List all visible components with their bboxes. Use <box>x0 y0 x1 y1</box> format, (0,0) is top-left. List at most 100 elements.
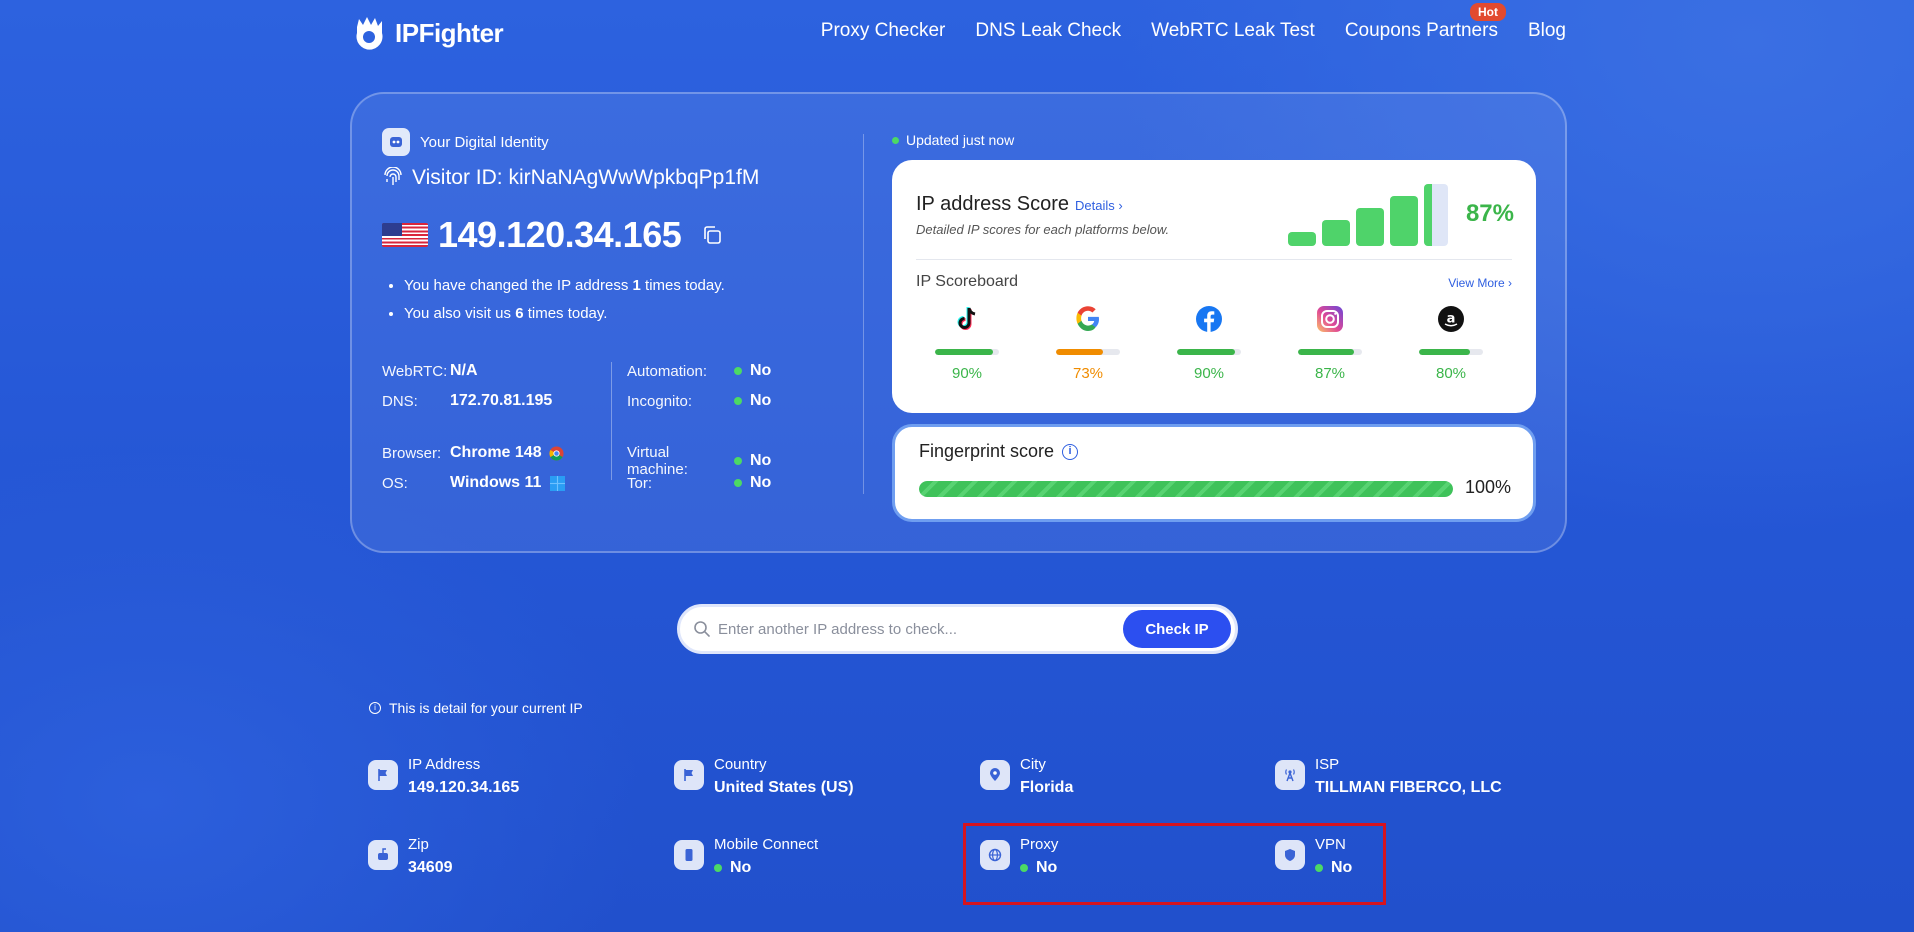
platform-amazon[interactable]: a 80% <box>1416 304 1486 382</box>
detail-mobile-connect: Mobile Connect No <box>674 836 818 877</box>
antenna-icon <box>1275 760 1305 790</box>
detail-city: City Florida <box>980 756 1073 797</box>
fingerprint-title-row: Fingerprint score i <box>919 441 1079 462</box>
search-icon <box>694 621 710 637</box>
detail-city-value: Florida <box>1020 779 1074 796</box>
flag-icon <box>368 760 398 790</box>
fingerprint-progress-bar <box>919 481 1453 497</box>
amazon-icon: a <box>1438 306 1464 332</box>
score-bar-1 <box>1288 232 1316 246</box>
google-score: 73% <box>1072 365 1104 382</box>
nav-coupons-partners[interactable]: Coupons Partners Hot <box>1344 3 1506 42</box>
browser-info: Browser: Chrome 148 <box>382 444 564 462</box>
visitor-id: Visitor ID: kirNaNAgWwWpkbqPp1fM <box>412 166 760 189</box>
ip-search-input[interactable] <box>718 607 1098 651</box>
vm-info: Virtual machine: No <box>627 444 772 478</box>
flag-icon <box>674 760 704 790</box>
fingerprint-percent: 100% <box>1464 477 1511 497</box>
amazon-score: 80% <box>1435 365 1467 382</box>
instagram-icon <box>1317 306 1343 332</box>
google-icon <box>1076 306 1099 331</box>
incognito-value: No <box>750 392 772 409</box>
instagram-score: 87% <box>1314 365 1346 382</box>
platform-google[interactable]: 73% <box>1053 304 1123 382</box>
updated-text: Updated just now <box>906 132 1015 148</box>
nav-blog[interactable]: Blog <box>1528 20 1566 42</box>
identity-column: Your Digital Identity Visitor ID: kirNaN… <box>382 128 832 328</box>
chrome-icon <box>549 445 564 461</box>
detail-country-value: United States (US) <box>714 779 854 796</box>
divider <box>916 259 1512 260</box>
column-divider <box>611 362 612 480</box>
ip-score-title: IP address Score Details › <box>916 193 1123 215</box>
nav-dns-leak-check[interactable]: DNS Leak Check <box>975 20 1121 42</box>
highlight-box <box>963 823 1386 905</box>
vm-value: No <box>750 452 772 469</box>
view-more-link[interactable]: View More › <box>1448 276 1512 290</box>
check-ip-button[interactable]: Check IP <box>1123 610 1231 648</box>
current-ip: 149.120.34.165 <box>438 214 682 255</box>
ip-score-percent: 87% <box>1465 200 1514 227</box>
detail-note-text: This is detail for your current IP <box>389 700 583 716</box>
os-value: Windows 11 <box>450 474 542 491</box>
detail-zip-value: 34609 <box>408 859 453 876</box>
nav-coupons-label: Coupons Partners <box>1344 20 1498 41</box>
info-icon: i <box>369 702 381 714</box>
mailbox-icon <box>368 840 398 870</box>
fingerprint-icon <box>384 167 402 185</box>
google-score-bar <box>1056 349 1120 355</box>
detail-mobile-value: No <box>730 859 752 876</box>
browser-value: Chrome 148 <box>450 444 542 461</box>
scoreboard-title: IP Scoreboard <box>916 273 1018 290</box>
identity-heading: Your Digital Identity <box>420 133 549 151</box>
automation-info: Automation: No <box>627 362 772 380</box>
panel-divider <box>863 134 864 494</box>
fingerprint-score-card: Fingerprint score i 100% <box>892 424 1536 522</box>
identity-panel: Your Digital Identity Visitor ID: kirNaN… <box>350 92 1567 553</box>
tor-info: Tor: No <box>627 474 772 492</box>
site-header: IPFighter Proxy Checker DNS Leak Check W… <box>0 0 1914 66</box>
nav-proxy-checker[interactable]: Proxy Checker <box>821 20 946 42</box>
detail-country: Country United States (US) <box>674 756 854 797</box>
platform-facebook[interactable]: 90% <box>1174 304 1244 382</box>
platform-instagram[interactable]: 87% <box>1295 304 1365 382</box>
detail-isp-value: TILLMAN FIBERCO, LLC <box>1315 779 1502 796</box>
ip-row: 149.120.34.165 <box>382 214 832 256</box>
detail-ip-address: IP Address 149.120.34.165 <box>368 756 519 797</box>
hot-badge: Hot <box>1469 3 1506 21</box>
webrtc-value: N/A <box>450 362 478 379</box>
fingerprint-title: Fingerprint score <box>919 441 1055 461</box>
os-info: OS: Windows 11 <box>382 474 566 492</box>
detail-note: i This is detail for your current IP <box>369 700 583 716</box>
visit-stats-list: You have changed the IP address 1 times … <box>382 272 832 328</box>
instagram-score-bar <box>1298 349 1362 355</box>
tor-value: No <box>750 474 772 491</box>
robot-icon <box>382 128 410 156</box>
identity-heading-row: Your Digital Identity <box>382 128 832 156</box>
details-link[interactable]: Details › <box>1075 198 1123 213</box>
ip-score-subtitle: Detailed IP scores for each platforms be… <box>916 222 1170 237</box>
tiktok-score-bar <box>935 349 999 355</box>
score-bar-5-fill <box>1424 184 1432 246</box>
ip-search-bar: Check IP <box>677 604 1238 654</box>
visit-count: You also visit us 6 times today. <box>404 300 832 328</box>
logo-icon <box>356 17 383 50</box>
platform-scores: 90% 73% 90% 87% a 80% <box>932 304 1512 394</box>
us-flag-icon <box>382 223 428 247</box>
nav-webrtc-leak-test[interactable]: WebRTC Leak Test <box>1151 20 1315 42</box>
detail-zip: Zip 34609 <box>368 836 453 877</box>
ip-score-card: IP address Score Details › Detailed IP sc… <box>892 160 1536 413</box>
detail-ip-value: 149.120.34.165 <box>408 779 520 796</box>
brand-name: IPFighter <box>395 17 504 48</box>
info-icon[interactable]: i <box>1062 443 1079 460</box>
platform-tiktok[interactable]: 90% <box>932 304 1002 382</box>
amazon-score-bar <box>1419 349 1483 355</box>
score-bar-4 <box>1390 196 1418 246</box>
copy-icon[interactable] <box>701 224 723 246</box>
windows-icon <box>550 475 566 491</box>
facebook-score-bar <box>1177 349 1241 355</box>
tiktok-icon <box>957 307 976 330</box>
score-bar-3 <box>1356 208 1384 246</box>
detail-isp: ISP TILLMAN FIBERCO, LLC <box>1275 756 1502 797</box>
logo[interactable]: IPFighter <box>349 13 504 53</box>
